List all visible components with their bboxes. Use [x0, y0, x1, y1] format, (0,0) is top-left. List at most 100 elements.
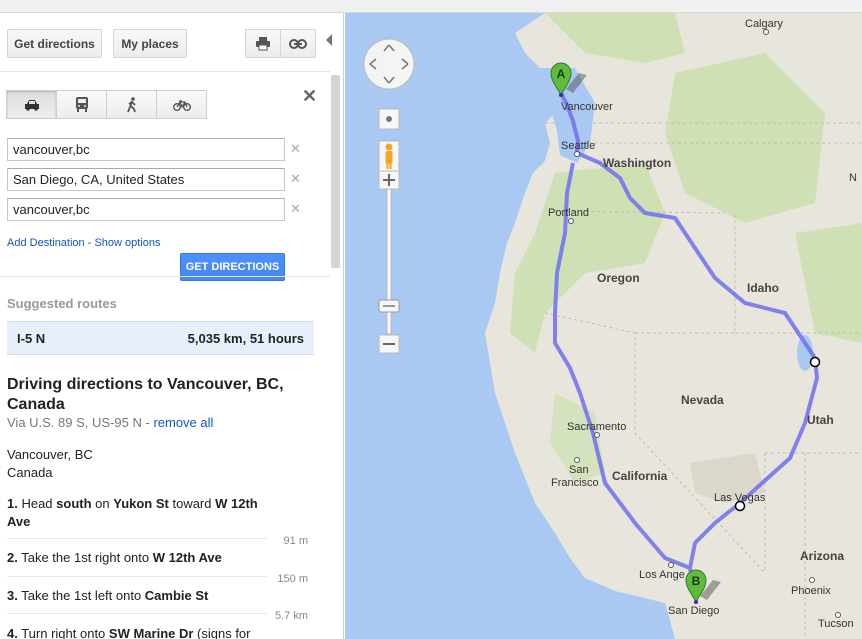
suggested-routes-heading: Suggested routes [7, 296, 117, 311]
map-label-arizona: Arizona [800, 549, 844, 563]
map-label-idaho: Idaho [747, 281, 779, 295]
direction-step[interactable]: 3. Take the 1st left onto Cambie St [7, 587, 267, 605]
destination-field[interactable] [7, 168, 285, 191]
remove-waypoint-icon[interactable]: ✕ [290, 201, 301, 217]
map-label-calgary: Calgary [745, 18, 783, 30]
locate-button[interactable] [378, 108, 400, 130]
map-label-san-francisco: San [569, 464, 589, 476]
map-label-oregon: Oregon [597, 271, 640, 285]
zoom-slider-handle[interactable] [378, 299, 400, 313]
zoom-out-button[interactable] [378, 334, 400, 354]
step-text: (signs for [193, 626, 251, 639]
map-label-las-vegas: Las Vegas [714, 492, 766, 504]
step-distance: 5.7 km [274, 610, 308, 622]
step-divider [7, 613, 267, 614]
walking-icon [126, 96, 136, 112]
divider [0, 276, 330, 277]
locate-icon [386, 116, 392, 122]
map-label-san-francisco: Francisco [551, 477, 599, 489]
marker-a-label: A [557, 67, 566, 81]
step-number: 3. [7, 588, 18, 603]
marker-b-label: B [692, 574, 701, 588]
step-divider [7, 576, 267, 577]
destination-field[interactable] [7, 198, 285, 221]
divider [0, 71, 330, 72]
mode-walk[interactable] [106, 90, 157, 119]
step-text-bold: W 12th Ave [152, 550, 222, 565]
zoom-in-button[interactable] [378, 170, 400, 190]
add-destination-link[interactable]: Add Destination [7, 237, 85, 249]
map-label-vancouver: Vancouver [561, 101, 613, 113]
link-separator: - [84, 237, 95, 249]
step-distance: 91 m [283, 535, 308, 547]
map-label-portland: Portland [548, 207, 589, 219]
start-address-line: Vancouver, BC [7, 447, 93, 462]
mode-bicycle[interactable] [156, 90, 207, 119]
step-divider [7, 538, 267, 539]
suggested-route-row[interactable]: I-5 N 5,035 km, 51 hours [7, 321, 314, 355]
step-text: on [91, 496, 114, 511]
bus-icon [75, 97, 88, 112]
map-label-tucson: Tucson [818, 618, 854, 630]
direction-step[interactable]: 1. Head south on Yukon St toward W 12th … [7, 495, 267, 531]
map-label-washington: Washington [603, 156, 671, 170]
direction-step[interactable]: 4. Turn right onto SW Marine Dr (signs f… [7, 625, 267, 639]
collapse-panel-icon[interactable] [326, 34, 332, 46]
step-text: Take the 1st left onto [17, 588, 145, 603]
pan-control[interactable] [363, 38, 415, 90]
bicycle-icon [172, 99, 191, 111]
directions-title: Driving directions to Vancouver, BC, Can… [7, 376, 284, 413]
link-button[interactable] [280, 29, 316, 58]
step-text-bold: Yukon St [113, 496, 169, 511]
remove-waypoint-icon[interactable]: ✕ [290, 141, 301, 157]
close-icon[interactable]: ✕ [302, 86, 317, 107]
remove-waypoint-icon[interactable]: ✕ [290, 171, 301, 187]
map-label-california: California [612, 469, 668, 483]
via-text: Via U.S. 89 S, US-95 N - [7, 415, 154, 430]
step-text: Turn right onto [17, 626, 109, 639]
origin-field[interactable] [7, 138, 285, 161]
map-label-los-angeles: Los Ange [639, 569, 685, 581]
get-directions-button[interactable]: Get directions [7, 29, 102, 58]
step-text-bold: south [56, 496, 92, 511]
step-text-bold: SW Marine Dr [108, 626, 194, 639]
route-options-links: Add Destination - Show options [7, 237, 161, 249]
panel-scrollbar[interactable] [331, 75, 340, 268]
street-view-pegman[interactable] [378, 140, 400, 174]
link-icon [289, 38, 307, 49]
step-text-bold: Cambie St [144, 588, 209, 603]
map-view[interactable]: Calgary Vancouver Seattle Washington Por… [345, 13, 862, 639]
step-text: Take the 1st right onto [17, 550, 153, 565]
via-line: Via U.S. 89 S, US-95 N - remove all [7, 415, 213, 430]
step-number: 1. [7, 496, 18, 511]
map-label-nevada: Nevada [681, 393, 724, 407]
directions-panel: Get directions My places ✕ ✕ ✕ ✕ Add Des… [0, 13, 344, 639]
step-text: toward [168, 496, 216, 511]
map-label-utah: Utah [807, 413, 834, 427]
step-text: Head [17, 496, 57, 511]
route-distance-time: 5,035 km, 51 hours [187, 331, 304, 346]
browser-top-strip [0, 0, 862, 13]
remove-all-link[interactable]: remove all [153, 415, 213, 430]
printer-icon [256, 36, 270, 50]
start-address: Vancouver, BC Canada [7, 446, 93, 482]
mode-transit[interactable] [56, 90, 107, 119]
route-name: I-5 N [17, 331, 46, 346]
waypoint-dot[interactable] [809, 356, 821, 368]
map-label-sacramento: Sacramento [567, 421, 626, 433]
start-address-line: Canada [7, 465, 53, 480]
map-label-seattle: Seattle [561, 140, 595, 152]
show-options-link[interactable]: Show options [94, 237, 160, 249]
step-number: 4. [7, 626, 18, 639]
pegman-icon [385, 143, 393, 151]
step-distance: 150 m [277, 573, 308, 585]
print-button[interactable] [245, 29, 281, 58]
my-places-button[interactable]: My places [113, 29, 187, 58]
map-label-san-diego: San Diego [668, 605, 719, 617]
direction-step[interactable]: 2. Take the 1st right onto W 12th Ave [7, 549, 267, 567]
step-number: 2. [7, 550, 18, 565]
mode-drive[interactable] [6, 90, 57, 119]
map-label-phoenix: Phoenix [791, 585, 831, 597]
map-canvas[interactable]: Calgary Vancouver Seattle Washington Por… [345, 13, 862, 639]
car-icon [24, 99, 39, 111]
